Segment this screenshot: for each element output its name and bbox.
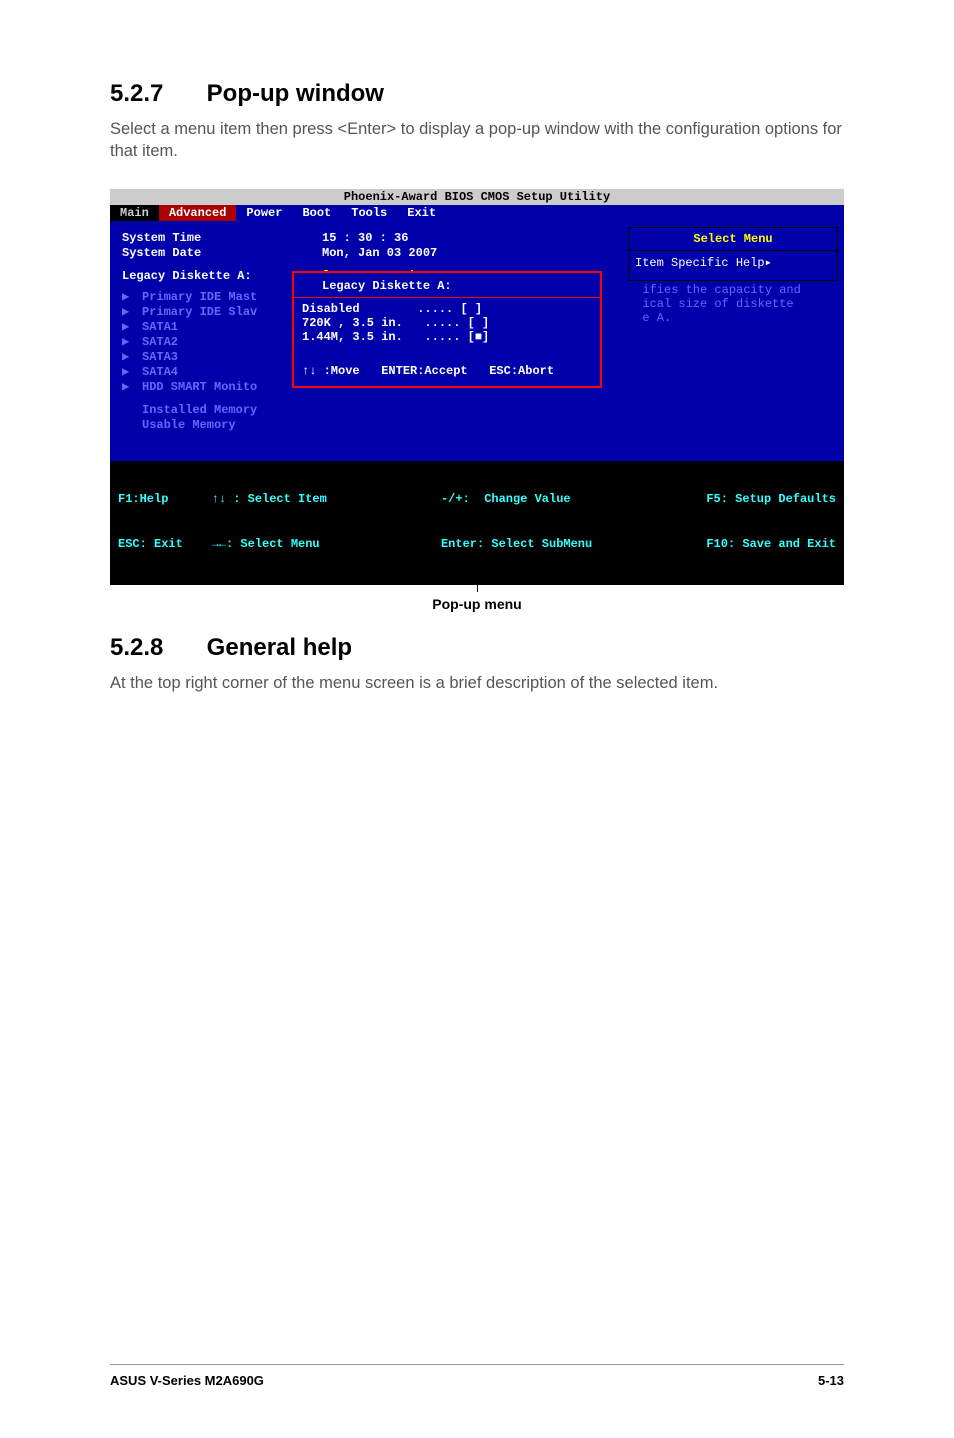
bios-screenshot: Phoenix-Award BIOS CMOS Setup Utility Ma… [110,189,844,585]
submenu-arrow-icon: ▶ [122,380,142,395]
footer-f10-save: F10: Save and Exit [706,537,836,552]
section-title-general-help: 5.2.8 General help [110,634,844,662]
submenu-arrow-icon: ▶ [122,320,142,335]
usable-memory-label: Usable Memory [142,418,236,433]
system-time-label: System Time [122,231,322,246]
submenu-arrow-icon: ▶ [122,365,142,380]
submenu-item[interactable]: Primary IDE Slav [142,305,257,320]
footer-product-name: ASUS V-Series M2A690G [110,1373,264,1388]
bios-title: Phoenix-Award BIOS CMOS Setup Utility [110,189,844,205]
section-title-popup: 5.2.7 Pop-up window [110,80,844,108]
system-time-value[interactable]: 15 : 30 : 36 [322,231,408,246]
submenu-item[interactable]: SATA2 [142,335,178,350]
section-heading: General help [207,634,352,661]
submenu-arrow-icon: ▶ [122,335,142,350]
section-number: 5.2.8 [110,634,200,662]
tab-main[interactable]: Main [110,205,159,221]
help-panel: Select Menu Item Specific Help▸ [628,227,838,281]
caption-leader-line [477,562,478,592]
tab-tools[interactable]: Tools [341,205,397,221]
footer-select-submenu: Enter: Select SubMenu [441,537,592,552]
popup-option-144m[interactable]: 1.44M, 3.5 in. ..... [■] [302,330,592,344]
footer-change-value: -/+: Change Value [441,492,592,507]
tab-boot[interactable]: Boot [292,205,341,221]
figure-caption: Pop-up menu [432,596,521,612]
section-number: 5.2.7 [110,80,200,108]
footer-f5-defaults: F5: Setup Defaults [706,492,836,507]
popup-option-disabled[interactable]: Disabled ..... [ ] [302,302,592,316]
footer-esc-exit: ESC: Exit →←: Select Menu [118,537,327,552]
submenu-arrow-icon: ▶ [122,305,142,320]
footer-f1-help: F1:Help ↑↓ : Select Item [118,492,327,507]
tab-power[interactable]: Power [236,205,292,221]
popup-option-720k[interactable]: 720K , 3.5 in. ..... [ ] [302,316,592,330]
system-date-label: System Date [122,246,322,261]
tab-advanced[interactable]: Advanced [159,205,237,221]
popup-title: Legacy Diskette A: [302,277,592,295]
popup-footer-keys: ↑↓ :Move ENTER:Accept ESC:Abort [302,344,592,378]
bios-tab-row: Main Advanced Power Boot Tools Exit [110,205,844,221]
installed-memory-label: Installed Memory [142,403,257,418]
help-description: ifies the capacity and ical size of disk… [628,281,838,325]
submenu-item[interactable]: SATA1 [142,320,178,335]
section-body-popup: Select a menu item then press <Enter> to… [110,118,844,163]
submenu-item[interactable]: Primary IDE Mast [142,290,257,305]
system-date-value[interactable]: Mon, Jan 03 2007 [322,246,437,261]
submenu-item[interactable]: SATA3 [142,350,178,365]
help-select-menu: Select Menu [629,228,837,250]
submenu-arrow-icon: ▶ [122,290,142,305]
help-item-specific: Item Specific Help▸ [629,250,837,280]
popup-divider [294,297,600,298]
page-footer: ASUS V-Series M2A690G 5-13 [110,1364,844,1388]
footer-page-number: 5-13 [818,1373,844,1388]
section-heading: Pop-up window [207,80,384,107]
tab-exit[interactable]: Exit [397,205,446,221]
submenu-item[interactable]: HDD SMART Monito [142,380,257,395]
section-body-general-help: At the top right corner of the menu scre… [110,672,844,694]
submenu-arrow-icon: ▶ [122,350,142,365]
submenu-item[interactable]: SATA4 [142,365,178,380]
popup-menu[interactable]: Legacy Diskette A: Disabled ..... [ ] 72… [292,271,602,388]
